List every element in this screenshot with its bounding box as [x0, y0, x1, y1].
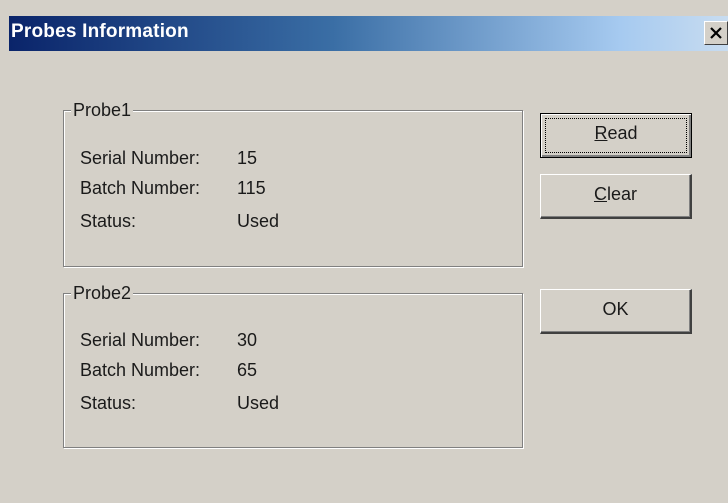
title-bar[interactable]: Probes Information [9, 16, 728, 51]
status-value: Used [237, 393, 280, 413]
close-button[interactable] [704, 21, 728, 45]
serial-number-value: 15 [237, 148, 258, 168]
probe2-group-title: Probe2 [71, 282, 134, 304]
read-label-rest: ead [607, 123, 638, 143]
clear-button-label: Clear [541, 183, 690, 205]
status-label: Status: [80, 211, 137, 231]
clear-label-rest: lear [606, 184, 637, 204]
batch-number-label: Batch Number: [80, 178, 201, 198]
serial-number-label: Serial Number: [80, 330, 201, 350]
serial-number-value: 30 [237, 330, 258, 350]
ok-button-label: OK [602, 299, 629, 319]
probe2-group: Probe2 Serial Number: 30 Batch Number: 6… [63, 282, 523, 448]
read-button-label: Read [541, 122, 691, 144]
clear-button[interactable]: Clear [540, 174, 692, 219]
window-title: Probes Information [11, 21, 189, 42]
batch-number-value: 115 [237, 178, 266, 198]
probe1-group-title: Probe1 [71, 99, 134, 121]
serial-number-label: Serial Number: [80, 148, 201, 168]
read-button[interactable]: Read [540, 113, 692, 158]
ok-button[interactable]: OK [540, 289, 692, 334]
batch-number-value: 65 [237, 360, 258, 380]
probes-information-dialog: Probes Information Probe1 Serial Number:… [0, 0, 728, 503]
status-label: Status: [80, 393, 137, 413]
close-icon [710, 27, 722, 39]
clear-mnemonic: C [593, 184, 607, 204]
probe1-group: Probe1 Serial Number: 15 Batch Number: 1… [63, 99, 523, 267]
status-value: Used [237, 211, 280, 231]
read-mnemonic: R [594, 123, 608, 143]
batch-number-label: Batch Number: [80, 360, 201, 380]
